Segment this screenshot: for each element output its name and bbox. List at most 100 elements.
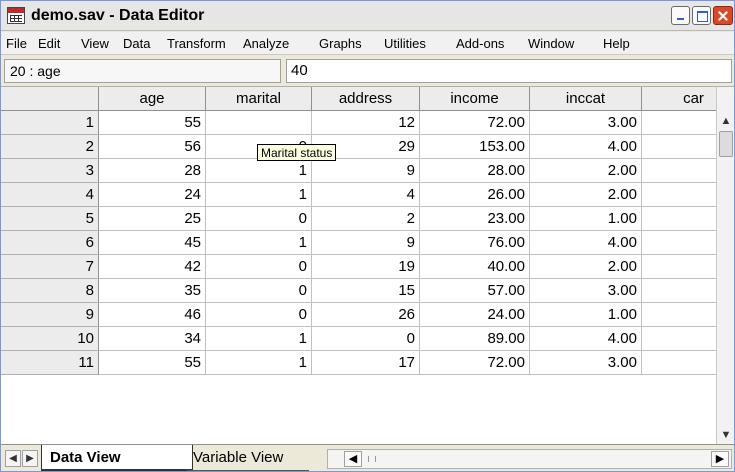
table-cell[interactable]: 9	[312, 231, 420, 255]
column-header-inccat[interactable]: inccat	[530, 87, 642, 111]
menu-graphs[interactable]: Graphs	[319, 36, 362, 51]
menu-window[interactable]: Window	[528, 36, 574, 51]
close-icon[interactable]	[713, 6, 733, 25]
data-grid: age marital address income inccat car 1 55 12 72.…	[1, 87, 734, 444]
menu-help[interactable]: Help	[603, 36, 630, 51]
column-header-income[interactable]: income	[420, 87, 530, 111]
menu-utilities[interactable]: Utilities	[384, 36, 426, 51]
table-cell[interactable]: 4.00	[530, 231, 642, 255]
table-cell[interactable]: 0	[312, 327, 420, 351]
table-cell[interactable]: 1	[206, 159, 312, 183]
column-header-address[interactable]: address	[312, 87, 420, 111]
column-header-marital[interactable]: marital	[206, 87, 312, 111]
table-cell[interactable]: 3.00	[530, 279, 642, 303]
scroll-right-icon[interactable]: ▶	[711, 451, 729, 467]
table-cell[interactable]: 17	[312, 351, 420, 375]
scroll-left-icon[interactable]: ◀	[344, 451, 362, 467]
scroll-up-icon[interactable]: ▲	[718, 113, 734, 129]
row-number[interactable]: 2	[1, 135, 99, 159]
column-header-age[interactable]: age	[99, 87, 206, 111]
table-cell[interactable]: 2	[312, 207, 420, 231]
tab-data-view[interactable]: Data View	[41, 445, 193, 471]
table-cell[interactable]: 56	[99, 135, 206, 159]
horizontal-scrollbar[interactable]: ◀ ▶	[327, 449, 732, 469]
menu-edit[interactable]: Edit	[38, 36, 60, 51]
table-cell[interactable]: 1.00	[530, 207, 642, 231]
table-cell[interactable]: 0	[206, 207, 312, 231]
menu-transform[interactable]: Transform	[167, 36, 226, 51]
row-number[interactable]: 10	[1, 327, 99, 351]
table-cell[interactable]: 35	[99, 279, 206, 303]
table-cell[interactable]: 42	[99, 255, 206, 279]
table-cell[interactable]: 55	[99, 111, 206, 135]
table-cell[interactable]: 76.00	[420, 231, 530, 255]
menu-analyze[interactable]: Analyze	[243, 36, 289, 51]
menu-add-ons[interactable]: Add-ons	[456, 36, 504, 51]
table-cell[interactable]: 4	[312, 183, 420, 207]
table-cell[interactable]: 34	[99, 327, 206, 351]
table-cell[interactable]: 46	[99, 303, 206, 327]
table-cell[interactable]: 4.00	[530, 135, 642, 159]
table-cell[interactable]: 15	[312, 279, 420, 303]
table-cell[interactable]: 24.00	[420, 303, 530, 327]
table-cell[interactable]: 89.00	[420, 327, 530, 351]
menu-file[interactable]: File	[6, 36, 27, 51]
table-cell[interactable]: 72.00	[420, 351, 530, 375]
tab-prev-icon[interactable]: ◀	[5, 450, 21, 467]
table-cell[interactable]: 72.00	[420, 111, 530, 135]
row-number[interactable]: 11	[1, 351, 99, 375]
row-number[interactable]: 3	[1, 159, 99, 183]
table-cell[interactable]: 28.00	[420, 159, 530, 183]
table-cell[interactable]: 1.00	[530, 303, 642, 327]
table-cell[interactable]	[206, 111, 312, 135]
scroll-thumb-horizontal[interactable]	[368, 456, 376, 462]
table-cell[interactable]: 4.00	[530, 327, 642, 351]
table-cell[interactable]: 40.00	[420, 255, 530, 279]
table-cell[interactable]: 24	[99, 183, 206, 207]
menu-data[interactable]: Data	[123, 36, 150, 51]
table-cell[interactable]: 1	[206, 327, 312, 351]
row-number[interactable]: 9	[1, 303, 99, 327]
table-cell[interactable]: 55	[99, 351, 206, 375]
minimize-icon[interactable]	[671, 6, 690, 25]
scroll-thumb[interactable]	[719, 131, 733, 157]
table-cell[interactable]: 153.00	[420, 135, 530, 159]
table-cell[interactable]: 0	[206, 303, 312, 327]
maximize-icon[interactable]	[692, 6, 711, 25]
table-cell[interactable]: 3.00	[530, 351, 642, 375]
table-cell[interactable]: 1	[206, 231, 312, 255]
table-cell[interactable]: 12	[312, 111, 420, 135]
title-bar[interactable]: demo.sav - Data Editor	[1, 1, 734, 31]
menu-view[interactable]: View	[81, 36, 109, 51]
row-number[interactable]: 1	[1, 111, 99, 135]
table-cell[interactable]: 25	[99, 207, 206, 231]
table-cell[interactable]: 28	[99, 159, 206, 183]
spss-data-icon[interactable]	[7, 7, 25, 24]
table-cell[interactable]: 0	[206, 255, 312, 279]
table-cell[interactable]: 2.00	[530, 159, 642, 183]
table-cell[interactable]: 9	[312, 159, 420, 183]
table-cell[interactable]: 57.00	[420, 279, 530, 303]
table-cell[interactable]: 45	[99, 231, 206, 255]
table-cell[interactable]: 2.00	[530, 255, 642, 279]
table-cell[interactable]: 1	[206, 351, 312, 375]
tab-variable-view[interactable]: Variable View	[187, 445, 309, 471]
table-cell[interactable]: 2.00	[530, 183, 642, 207]
row-number[interactable]: 4	[1, 183, 99, 207]
table-cell[interactable]: 23.00	[420, 207, 530, 231]
tab-next-icon[interactable]: ▶	[22, 450, 38, 467]
table-cell[interactable]: 3.00	[530, 111, 642, 135]
table-cell[interactable]: 0	[206, 279, 312, 303]
table-cell[interactable]: 26.00	[420, 183, 530, 207]
table-cell[interactable]: 19	[312, 255, 420, 279]
grid-corner[interactable]	[1, 87, 99, 111]
row-number[interactable]: 5	[1, 207, 99, 231]
table-cell[interactable]: 26	[312, 303, 420, 327]
cell-value-input[interactable]: 40	[286, 59, 732, 83]
row-number[interactable]: 6	[1, 231, 99, 255]
scroll-down-icon[interactable]: ▼	[718, 427, 734, 443]
table-cell[interactable]: 1	[206, 183, 312, 207]
row-number[interactable]: 8	[1, 279, 99, 303]
vertical-scrollbar[interactable]: ▲ ▼	[716, 87, 734, 444]
row-number[interactable]: 7	[1, 255, 99, 279]
